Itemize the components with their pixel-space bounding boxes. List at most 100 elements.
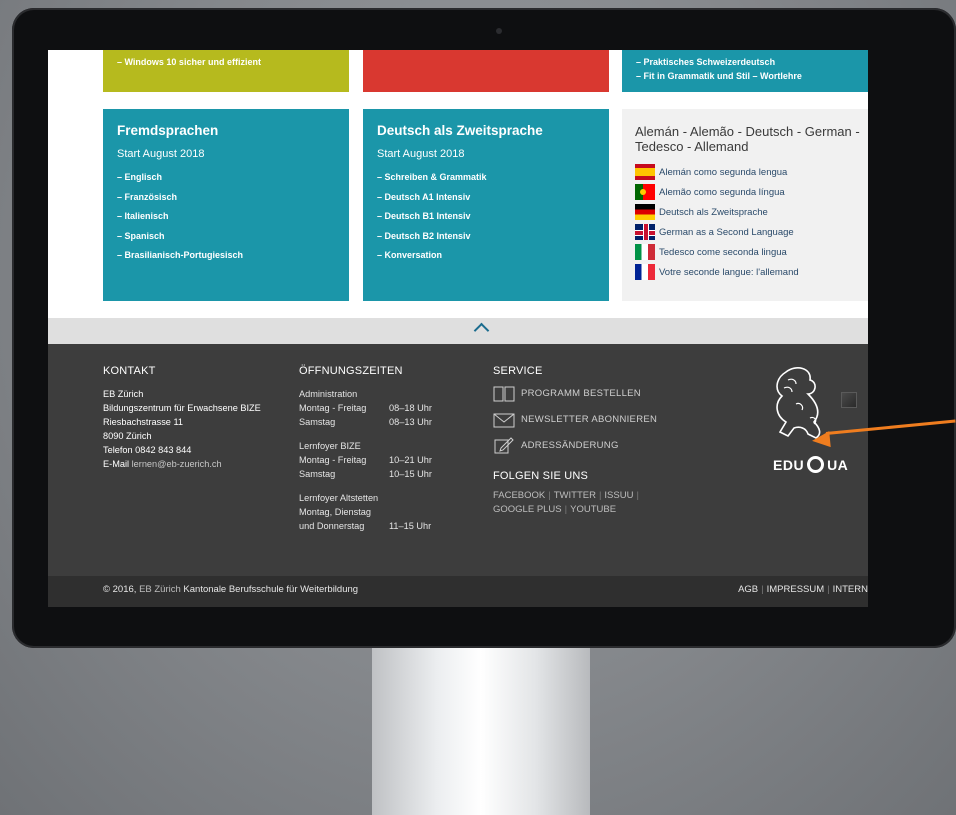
org-short: EB Zürich	[139, 584, 181, 595]
footer-heading: KONTAKT	[103, 365, 156, 377]
footer-oeffnungszeiten: ÖFFNUNGSZEITEN Administration Montag - F…	[299, 364, 449, 533]
hours-group-title: Administration	[299, 389, 358, 399]
course-link-spanisch[interactable]: – Spanisch	[117, 227, 349, 247]
copyright: © 2016, EB Zürich Kantonale Berufsschule…	[103, 584, 358, 595]
hours-time: 08–18 Uhr	[389, 403, 432, 413]
tile-informatik[interactable]: – Windows 10 sicher und effizient	[103, 50, 349, 92]
edit-icon	[493, 437, 515, 455]
language-label: Votre seconde langue: l'allemand	[659, 266, 799, 278]
language-label: Alemán como segunda lengua	[659, 166, 788, 178]
language-link-fr[interactable]: Votre seconde langue: l'allemand	[635, 262, 868, 282]
tile-red[interactable]	[363, 50, 609, 92]
contact-name: EB Zürich	[103, 389, 144, 399]
languages-box: Alemán - Alemão - Deutsch - German - Ted…	[622, 109, 868, 301]
contact-phone[interactable]: Telefon 0842 843 844	[103, 443, 261, 457]
chevron-up-icon[interactable]	[473, 322, 490, 339]
tile-start-date: Start August 2018	[377, 148, 465, 160]
course-link-b1[interactable]: – Deutsch B1 Intensiv	[377, 207, 609, 227]
hours-row: Samstag 10–15 Uhr	[299, 467, 449, 481]
service-link-adresse[interactable]: ADRESSÄNDERUNG	[493, 433, 657, 459]
logo-text: EDU	[773, 456, 805, 473]
eduqua-q-icon	[807, 456, 825, 473]
language-label: Tedesco come seconda lingua	[659, 246, 787, 258]
course-link-portugiesisch[interactable]: – Brasilianisch-Portugiesisch	[117, 246, 349, 266]
language-label: Deutsch als Zweitsprache	[659, 206, 768, 218]
list-item[interactable]: – Windows 10 sicher und effizient	[117, 55, 349, 69]
footer-heading: SERVICE	[493, 365, 543, 377]
footer-service: SERVICE PROGRAMM BESTELLEN NEWSLETTER AB…	[493, 364, 657, 517]
language-link-de[interactable]: Deutsch als Zweitsprache	[635, 202, 868, 222]
language-link-en[interactable]: German as a Second Language	[635, 222, 868, 242]
footer-link-agb[interactable]: AGB	[738, 584, 758, 595]
book-icon	[493, 385, 515, 403]
hours-day: Samstag	[299, 417, 336, 427]
hours-time: 11–15 Uhr	[389, 521, 432, 531]
contact-org: Bildungszentrum für Erwachsene BIZE	[103, 403, 261, 413]
hours-row: und Donnerstag 11–15 Uhr	[299, 519, 449, 533]
annotation-arrow-icon	[811, 431, 831, 449]
small-square-icon	[841, 392, 857, 408]
list-item[interactable]: – Praktisches Schweizerdeutsch	[636, 55, 868, 69]
hours-time: 08–13 Uhr	[389, 417, 432, 427]
flag-portugal-icon	[635, 184, 655, 200]
logo-text: UA	[827, 456, 849, 473]
course-link-konversation[interactable]: – Konversation	[377, 246, 609, 266]
service-label: NEWSLETTER ABONNIEREN	[521, 414, 658, 425]
tile-title[interactable]: Fremdsprachen	[117, 123, 349, 138]
social-link-twitter[interactable]: TWITTER	[554, 490, 596, 501]
hours-row: Montag - Freitag 08–18 Uhr	[299, 401, 449, 415]
language-label: German as a Second Language	[659, 226, 794, 238]
social-link-googleplus[interactable]: GOOGLE PLUS	[493, 504, 562, 515]
contact-street: Riesbachstrasse 11	[103, 417, 184, 427]
footer-link-intern[interactable]: INTERN	[833, 584, 868, 595]
eduqua-logo: EDU UA	[773, 456, 848, 473]
hours-group-title: Lernfoyer BIZE	[299, 441, 361, 451]
footer: KONTAKT EB Zürich Bildungszentrum für Er…	[48, 344, 868, 576]
monitor-stand	[372, 648, 590, 815]
course-link-italienisch[interactable]: – Italienisch	[117, 207, 349, 227]
course-link-b2[interactable]: – Deutsch B2 Intensiv	[377, 227, 609, 247]
social-links: FACEBOOK | TWITTER | ISSUU | GOOGLE PLUS | YOUT…	[493, 490, 639, 515]
legal-links: AGB | IMPRESSUM | INTERN	[738, 584, 868, 595]
copyright-year: © 2016,	[103, 584, 137, 595]
footer-heading: FOLGEN SIE UNS	[493, 470, 589, 482]
flag-italy-icon	[635, 244, 655, 260]
flag-spain-icon	[635, 164, 655, 180]
social-link-youtube[interactable]: YOUTUBE	[570, 504, 616, 515]
email-link[interactable]: lernen@eb-zuerich.ch	[132, 459, 222, 469]
course-link-schreiben[interactable]: – Schreiben & Grammatik	[377, 168, 609, 188]
list-item[interactable]: – Fit in Grammatik und Stil – Wortlehre	[636, 69, 868, 83]
language-link-pt[interactable]: Alemão como segunda língua	[635, 182, 868, 202]
monitor-bezel: – Windows 10 sicher und effizient – Prak…	[12, 8, 956, 648]
footer-kontakt: KONTAKT EB Zürich Bildungszentrum für Er…	[103, 364, 261, 471]
hours-days: Montag, Dienstag	[299, 507, 372, 517]
language-label: Alemão como segunda língua	[659, 186, 785, 198]
footer-heading: ÖFFNUNGSZEITEN	[299, 365, 403, 377]
scroll-to-top-bar[interactable]	[48, 318, 868, 344]
language-link-it[interactable]: Tedesco come seconda lingua	[635, 242, 868, 262]
tile-title[interactable]: Deutsch als Zweitsprache	[377, 123, 609, 138]
hours-row: Samstag 08–13 Uhr	[299, 415, 449, 429]
service-label: PROGRAMM BESTELLEN	[521, 388, 641, 399]
tile-deutsch[interactable]: – Praktisches Schweizerdeutsch – Fit in …	[622, 50, 868, 92]
course-link-franzoesisch[interactable]: – Französisch	[117, 188, 349, 208]
service-link-newsletter[interactable]: NEWSLETTER ABONNIEREN	[493, 407, 657, 433]
language-link-es[interactable]: Alemán como segunda lengua	[635, 162, 868, 182]
social-link-facebook[interactable]: FACEBOOK	[493, 490, 545, 501]
service-link-programm[interactable]: PROGRAMM BESTELLEN	[493, 381, 657, 407]
course-link-a1[interactable]: – Deutsch A1 Intensiv	[377, 188, 609, 208]
course-link-englisch[interactable]: – Englisch	[117, 168, 349, 188]
hours-row: Montag - Freitag 10–21 Uhr	[299, 453, 449, 467]
social-link-issuu[interactable]: ISSUU	[604, 490, 633, 501]
footer-link-impressum[interactable]: IMPRESSUM	[767, 584, 825, 595]
tile-fremdsprachen: Fremdsprachen Start August 2018 – Englis…	[103, 109, 349, 301]
languages-title: Alemán - Alemão - Deutsch - German - Ted…	[635, 124, 860, 154]
hours-day: und Donnerstag	[299, 521, 365, 531]
hours-day: Samstag	[299, 469, 336, 479]
tile-deutsch-zweitsprache: Deutsch als Zweitsprache Start August 20…	[363, 109, 609, 301]
flag-france-icon	[635, 264, 655, 280]
tile-start-date: Start August 2018	[117, 148, 205, 160]
service-label: ADRESSÄNDERUNG	[521, 440, 619, 451]
hours-time: 10–15 Uhr	[389, 469, 432, 479]
contact-email-row: E-Mail lernen@eb-zuerich.ch	[103, 457, 261, 471]
